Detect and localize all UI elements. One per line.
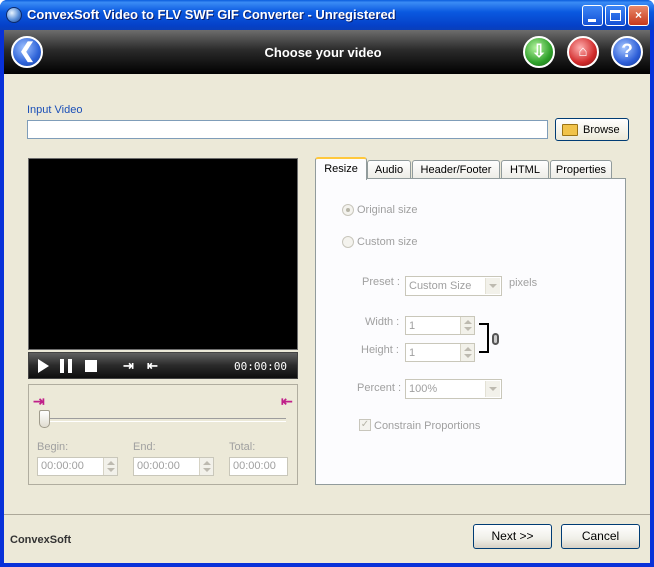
chevron-down-icon: [485, 278, 500, 294]
title-bar[interactable]: ConvexSoft Video to FLV SWF GIF Converte…: [0, 0, 654, 30]
original-size-label: Original size: [357, 204, 418, 216]
height-spinner[interactable]: [460, 344, 474, 361]
minimize-icon: [588, 19, 596, 22]
stop-icon[interactable]: [85, 360, 97, 372]
preset-unit: pixels: [509, 277, 538, 289]
home-icon: ⌂: [578, 43, 588, 60]
download-icon: ⇩: [531, 41, 547, 61]
preset-label: Preset :: [362, 276, 400, 288]
cancel-button[interactable]: Cancel: [561, 524, 640, 549]
mark-in-icon[interactable]: ⇥: [123, 359, 134, 373]
help-icon: ?: [621, 41, 633, 62]
input-video-field[interactable]: [27, 120, 548, 139]
close-icon: ×: [634, 8, 642, 22]
begin-time-value: 00:00:00: [41, 460, 84, 472]
close-button[interactable]: ×: [628, 5, 649, 26]
input-video-label: Input Video: [27, 104, 83, 116]
playback-time: 00:00:00: [234, 360, 287, 373]
next-button[interactable]: Next >>: [473, 524, 552, 549]
height-field[interactable]: 1: [405, 343, 475, 362]
folder-icon: [562, 124, 578, 136]
mark-out-icon[interactable]: ⇤: [147, 359, 158, 373]
window-title: ConvexSoft Video to FLV SWF GIF Converte…: [27, 7, 396, 22]
width-field[interactable]: 1: [405, 316, 475, 335]
pause-icon[interactable]: [60, 359, 72, 373]
browse-button[interactable]: Browse: [555, 118, 629, 141]
height-label: Height :: [361, 344, 399, 356]
constrain-label: Constrain Proportions: [374, 420, 481, 432]
play-icon[interactable]: [38, 359, 49, 373]
tab-html[interactable]: HTML: [501, 160, 549, 179]
video-preview: [28, 158, 298, 350]
end-label: End:: [133, 441, 156, 453]
percent-label: Percent :: [357, 382, 402, 394]
begin-label: Begin:: [37, 441, 69, 453]
app-globe-icon: [6, 7, 22, 23]
tab-header-footer[interactable]: Header/Footer: [412, 160, 500, 179]
width-value: 1: [409, 320, 416, 332]
end-time-value: 00:00:00: [137, 460, 180, 472]
width-label: Width :: [365, 316, 400, 328]
custom-size-radio[interactable]: [342, 236, 354, 248]
maximize-button[interactable]: [605, 5, 626, 26]
original-size-radio[interactable]: [342, 204, 354, 216]
tab-resize[interactable]: Resize: [315, 157, 367, 180]
begin-time-field[interactable]: 00:00:00: [37, 457, 118, 476]
custom-size-label: Custom size: [357, 236, 418, 248]
position-slider-track[interactable]: [40, 418, 286, 422]
tab-properties[interactable]: Properties: [550, 160, 612, 179]
begin-spinner[interactable]: [103, 458, 117, 475]
total-time-value: 00:00:00: [233, 460, 276, 472]
preset-value: Custom Size: [409, 280, 472, 292]
percent-select[interactable]: 100%: [405, 379, 502, 399]
maximize-icon: [610, 10, 621, 21]
trim-end-marker-icon[interactable]: ⇤: [281, 393, 293, 409]
trim-start-marker-icon[interactable]: ⇥: [33, 393, 45, 409]
total-time-field: 00:00:00: [229, 457, 288, 476]
end-time-field[interactable]: 00:00:00: [133, 457, 214, 476]
minimize-button[interactable]: [582, 5, 603, 26]
trim-panel: ⇥ ⇤ Begin: End: Total: 00:00:00 00:00:00…: [28, 384, 298, 485]
footer-divider: [4, 514, 650, 515]
header-band: ❮ Choose your video ⇩ ⌂ ?: [4, 30, 650, 74]
chain-link-icon[interactable]: [492, 333, 499, 345]
player-controls: ⇥ ⇤ 00:00:00: [28, 352, 298, 379]
app-window: ConvexSoft Video to FLV SWF GIF Converte…: [0, 0, 654, 567]
preset-select[interactable]: Custom Size: [405, 276, 502, 296]
end-spinner[interactable]: [199, 458, 213, 475]
help-button[interactable]: ?: [611, 36, 643, 68]
width-spinner[interactable]: [460, 317, 474, 334]
total-label: Total:: [229, 441, 256, 453]
home-button[interactable]: ⌂: [567, 36, 599, 68]
percent-value: 100%: [409, 383, 438, 395]
height-value: 1: [409, 347, 416, 359]
tab-audio[interactable]: Audio: [367, 160, 411, 179]
download-button[interactable]: ⇩: [523, 36, 555, 68]
client-area: ❮ Choose your video ⇩ ⌂ ? Input Video Br…: [4, 30, 650, 563]
brand-label: ConvexSoft: [10, 534, 72, 546]
constrain-checkbox[interactable]: ✓: [359, 419, 371, 431]
position-slider-thumb[interactable]: [39, 410, 50, 428]
link-bracket: [479, 323, 489, 353]
browse-label: Browse: [583, 124, 620, 136]
chevron-down-icon: [485, 381, 500, 397]
